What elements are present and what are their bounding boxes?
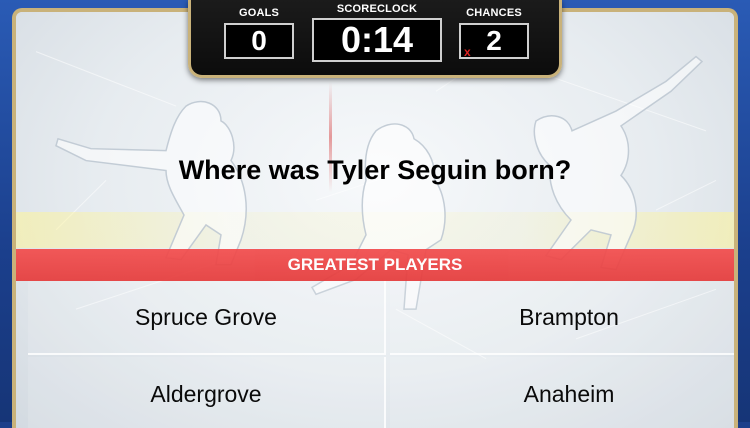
question-text: Where was Tyler Seguin born?: [178, 155, 572, 185]
category-banner: GREATEST PLAYERS: [16, 249, 734, 281]
answer-button-1[interactable]: Spruce Grove: [28, 281, 386, 355]
scoreboard: GOALS 0 SCORECLOCK 0:14 CHANCES 2 x: [188, 0, 562, 78]
goals-label: GOALS: [238, 7, 280, 19]
chances-label: CHANCES: [466, 7, 522, 19]
chances-panel: CHANCES 2 x: [459, 0, 529, 59]
answers-grid: Spruce Grove Brampton Aldergrove Anaheim: [28, 281, 734, 428]
scoreclock-label: SCORECLOCK: [336, 3, 418, 15]
category-label: GREATEST PLAYERS: [287, 255, 463, 274]
scoreclock-panel: SCORECLOCK 0:14: [312, 0, 442, 62]
game-frame: Where was Tyler Seguin born? GREATEST PL…: [0, 0, 750, 428]
chances-value: 2: [486, 25, 502, 56]
goals-value: 0: [224, 23, 294, 59]
goals-panel: GOALS 0: [224, 0, 294, 59]
scoreclock-value: 0:14: [312, 18, 442, 62]
chances-box: 2 x: [459, 23, 529, 59]
answer-button-3[interactable]: Aldergrove: [28, 357, 386, 428]
answer-button-2[interactable]: Brampton: [390, 281, 734, 355]
strike-x-icon: x: [464, 45, 471, 59]
answer-button-4[interactable]: Anaheim: [390, 357, 734, 428]
